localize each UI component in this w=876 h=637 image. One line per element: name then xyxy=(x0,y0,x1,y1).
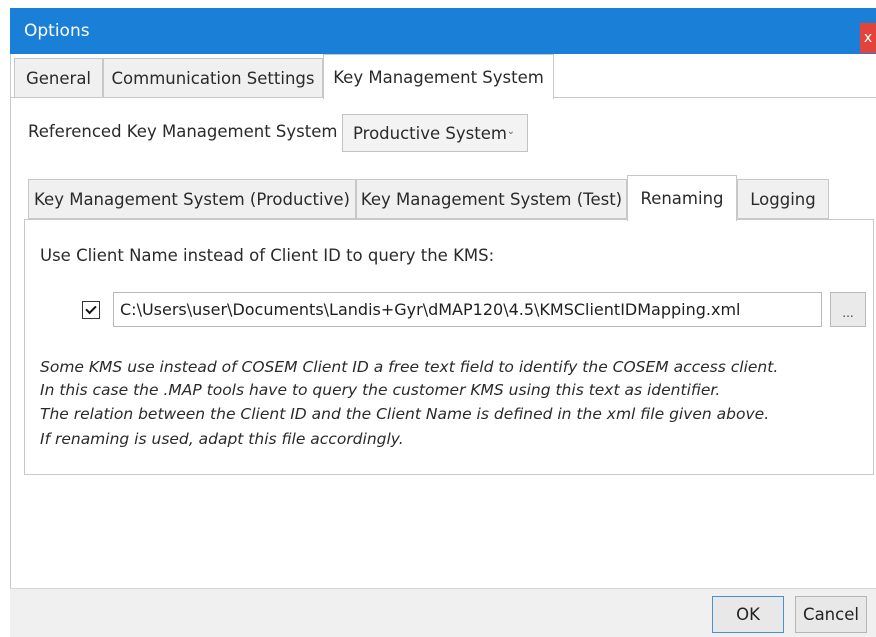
description-line-2: In this case the .MAP tools have to quer… xyxy=(40,381,721,399)
referenced-kms-select[interactable]: Productive System ⌄ xyxy=(342,114,528,152)
cancel-button[interactable]: Cancel xyxy=(795,596,867,633)
title-bar: Options x xyxy=(10,8,876,54)
tab-logging[interactable]: Logging xyxy=(737,179,829,219)
checkmark-icon xyxy=(85,302,97,315)
referenced-kms-label: Referenced Key Management System xyxy=(28,122,338,141)
mapping-file-path-input[interactable] xyxy=(113,292,822,327)
tab-kms-test[interactable]: Key Management System (Test) xyxy=(356,179,627,219)
tab-kms-productive[interactable]: Key Management System (Productive) xyxy=(28,179,356,219)
options-dialog: Options x General Communication Settings… xyxy=(0,0,876,637)
description-line-3: The relation between the Client ID and t… xyxy=(40,405,770,423)
ok-button[interactable]: OK xyxy=(712,596,784,633)
referenced-kms-value: Productive System xyxy=(353,123,507,143)
close-button[interactable]: x xyxy=(860,23,876,53)
chevron-down-icon: ⌄ xyxy=(506,126,515,137)
description-line-4: If renaming is used, adapt this file acc… xyxy=(40,430,404,448)
tab-communication-settings[interactable]: Communication Settings xyxy=(103,58,323,98)
use-client-name-checkbox[interactable] xyxy=(82,301,100,319)
browse-button[interactable]: ... xyxy=(830,292,866,327)
tab-renaming[interactable]: Renaming xyxy=(627,175,737,221)
tab-general[interactable]: General xyxy=(14,58,103,98)
use-client-name-label: Use Client Name instead of Client ID to … xyxy=(40,246,495,265)
window-title: Options xyxy=(24,21,90,41)
description-line-1: Some KMS use instead of COSEM Client ID … xyxy=(40,358,779,376)
tab-key-management-system[interactable]: Key Management System xyxy=(323,54,554,99)
